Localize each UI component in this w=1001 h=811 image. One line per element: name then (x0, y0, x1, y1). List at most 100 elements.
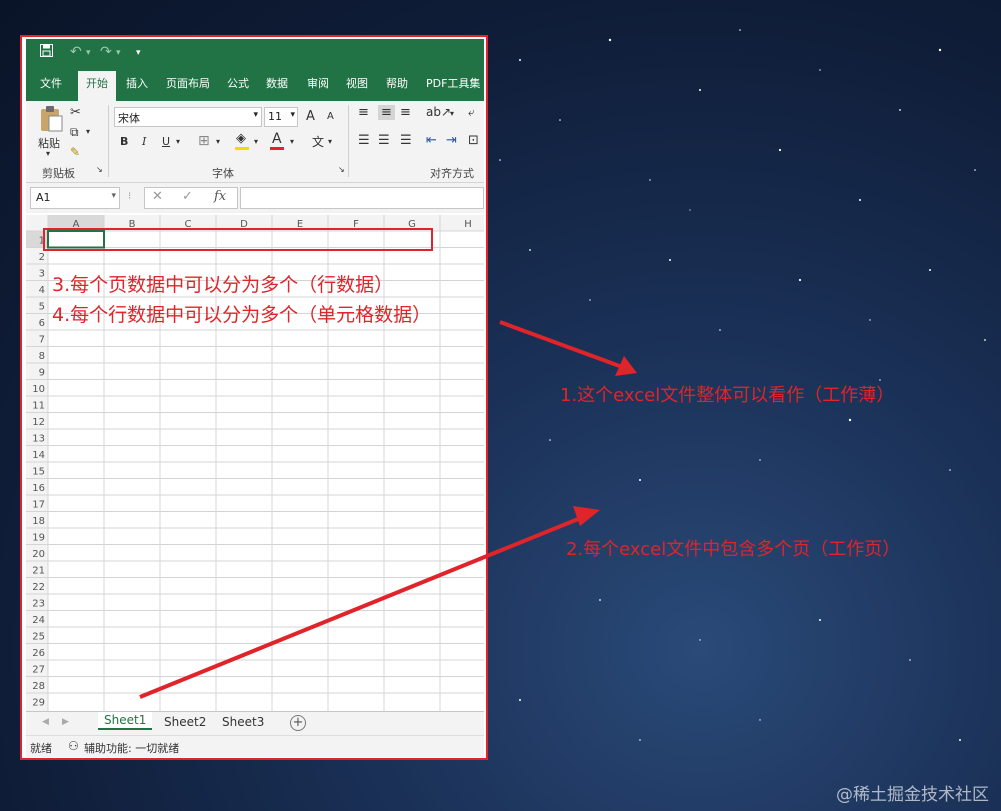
chevron-down-icon[interactable]: ▾ (116, 48, 121, 58)
chevron-down-icon: ▾ (253, 110, 258, 120)
tab-review[interactable]: 审阅 (307, 75, 329, 91)
shrink-font-icon[interactable]: A (327, 111, 334, 122)
font-size-select[interactable]: 11 ▾ (264, 107, 298, 127)
add-sheet-button[interactable]: + (290, 715, 306, 731)
name-box[interactable]: A1 ▾ (30, 187, 120, 209)
row-header-12: 12 (32, 417, 45, 428)
row-header-22: 22 (32, 582, 45, 593)
scroll-left-icon[interactable]: ◀ (42, 717, 49, 727)
chevron-down-icon[interactable]: ▾ (86, 127, 90, 136)
insert-function-icon[interactable]: fx (214, 189, 226, 204)
font-color-icon[interactable]: A (272, 131, 282, 147)
wrap-text-icon[interactable]: ⤶ (468, 105, 475, 120)
undo-icon[interactable]: ↶ (70, 44, 82, 60)
row-header-19: 19 (32, 533, 45, 544)
divider (348, 105, 349, 177)
customize-icon[interactable]: ▾ (136, 48, 141, 58)
divider (108, 105, 109, 177)
sheet-tab-1[interactable]: Sheet1 (98, 712, 153, 730)
column-header-G: G (408, 219, 416, 230)
chevron-down-icon[interactable]: ▾ (290, 137, 294, 146)
row-header-17: 17 (32, 500, 45, 511)
status-ready: 就绪 (30, 742, 52, 755)
tab-formulas[interactable]: 公式 (227, 75, 249, 91)
formula-input[interactable] (240, 187, 484, 209)
watermark: @稀土掘金技术社区 (836, 785, 989, 805)
tab-home[interactable]: 开始 (78, 71, 116, 101)
align-left-icon[interactable]: ☰ (358, 133, 370, 148)
dialog-launcher-icon[interactable]: ↘ (338, 165, 345, 174)
column-header-D: D (240, 219, 248, 230)
phonetic-icon[interactable]: 文 (312, 133, 324, 150)
chevron-down-icon[interactable]: ▾ (216, 137, 220, 146)
chevron-down-icon: ▾ (111, 191, 116, 201)
copy-icon[interactable]: ⧉ (70, 125, 79, 140)
chevron-down-icon[interactable]: ▾ (450, 109, 454, 118)
row-header-18: 18 (32, 516, 45, 527)
row-header-27: 27 (32, 665, 45, 676)
merge-cells-icon[interactable]: ⊡ (468, 133, 479, 148)
fill-color-icon[interactable]: ◈ (236, 131, 246, 146)
font-name-select[interactable]: 宋体 ▾ (114, 107, 262, 127)
tab-page-layout[interactable]: 页面布局 (166, 75, 210, 91)
decrease-indent-icon[interactable]: ⇤ (426, 133, 437, 148)
dialog-launcher-icon[interactable]: ↘ (96, 165, 103, 174)
align-middle-icon[interactable]: ≡ (378, 105, 395, 120)
sheet-tab-3[interactable]: Sheet3 (216, 714, 270, 730)
annotation-rows: 3.每个页数据中可以分为多个（行数据） (52, 274, 394, 296)
cut-icon[interactable]: ✂ (70, 105, 81, 120)
selected-cell-a1[interactable] (47, 230, 105, 249)
clipboard-group-label: 剪贴板 (42, 167, 75, 180)
row-header-29: 29 (32, 698, 45, 709)
align-top-icon[interactable]: ≡ (358, 105, 369, 120)
underline-button[interactable]: U (162, 135, 170, 148)
grow-font-icon[interactable]: A (306, 109, 315, 124)
tab-data[interactable]: 数据 (266, 75, 288, 91)
name-box-value: A1 (36, 191, 51, 204)
borders-icon[interactable]: ⊞ (198, 133, 210, 149)
clipboard-icon (41, 106, 63, 132)
column-header-F: F (353, 219, 359, 230)
scroll-right-icon[interactable]: ▶ (62, 717, 69, 727)
excel-highlight-frame: ↶ ▾ ↷ ▾ ▾ 文件 开始 插入 页面布局 公式 数据 审阅 视图 帮助 P… (20, 35, 488, 760)
annotation-workbook: 1.这个excel文件整体可以看作（工作薄） (560, 385, 895, 406)
accessibility-status[interactable]: 辅助功能: 一切就绪 (84, 740, 179, 756)
row-header-4: 4 (39, 285, 45, 296)
row-header-10: 10 (32, 384, 45, 395)
align-right-icon[interactable]: ☰ (400, 133, 412, 148)
align-center-icon[interactable]: ☰ (378, 133, 390, 148)
quick-access-toolbar: ↶ ▾ ↷ ▾ ▾ (26, 39, 484, 67)
align-bottom-icon[interactable]: ≡ (400, 105, 411, 120)
row-header-2: 2 (39, 252, 45, 263)
tab-pdf-tools[interactable]: PDF工具集 (426, 75, 480, 91)
tab-view[interactable]: 视图 (346, 75, 368, 91)
enter-icon[interactable]: ✓ (182, 189, 193, 204)
row-header-1: 1 (39, 236, 45, 247)
chevron-down-icon[interactable]: ▾ (328, 137, 332, 146)
orientation-icon[interactable]: ab↗ (426, 105, 451, 119)
row-header-6: 6 (39, 318, 45, 329)
row-header-3: 3 (39, 269, 45, 280)
row-header-8: 8 (39, 351, 45, 362)
save-icon[interactable] (40, 44, 53, 61)
paste-button[interactable]: 粘贴 ▾ (36, 105, 66, 159)
row-header-24: 24 (32, 615, 45, 626)
tab-help[interactable]: 帮助 (386, 75, 408, 91)
tab-file[interactable]: 文件 (40, 75, 62, 91)
accessibility-icon[interactable]: ⚇ (68, 739, 79, 753)
format-painter-icon[interactable]: ✎ (70, 145, 80, 159)
redo-icon[interactable]: ↷ (100, 44, 112, 60)
italic-button[interactable]: I (142, 135, 146, 148)
sheet-tab-2[interactable]: Sheet2 (158, 714, 212, 730)
chevron-down-icon[interactable]: ▾ (176, 137, 180, 146)
column-header-B: B (129, 219, 136, 230)
column-header-H: H (464, 219, 472, 230)
bold-button[interactable]: B (120, 135, 128, 148)
font-name-value: 宋体 (118, 112, 140, 125)
cancel-icon[interactable]: ✕ (152, 189, 163, 204)
increase-indent-icon[interactable]: ⇥ (446, 133, 457, 148)
chevron-down-icon[interactable]: ▾ (254, 137, 258, 146)
chevron-down-icon[interactable]: ▾ (86, 48, 91, 58)
tab-insert[interactable]: 插入 (126, 75, 148, 91)
ribbon-home: 粘贴 ▾ ✂ ⧉ ▾ ✎ 剪贴板 ↘ 宋体 ▾ 11 ▾ A A B I U ▾… (26, 101, 484, 183)
